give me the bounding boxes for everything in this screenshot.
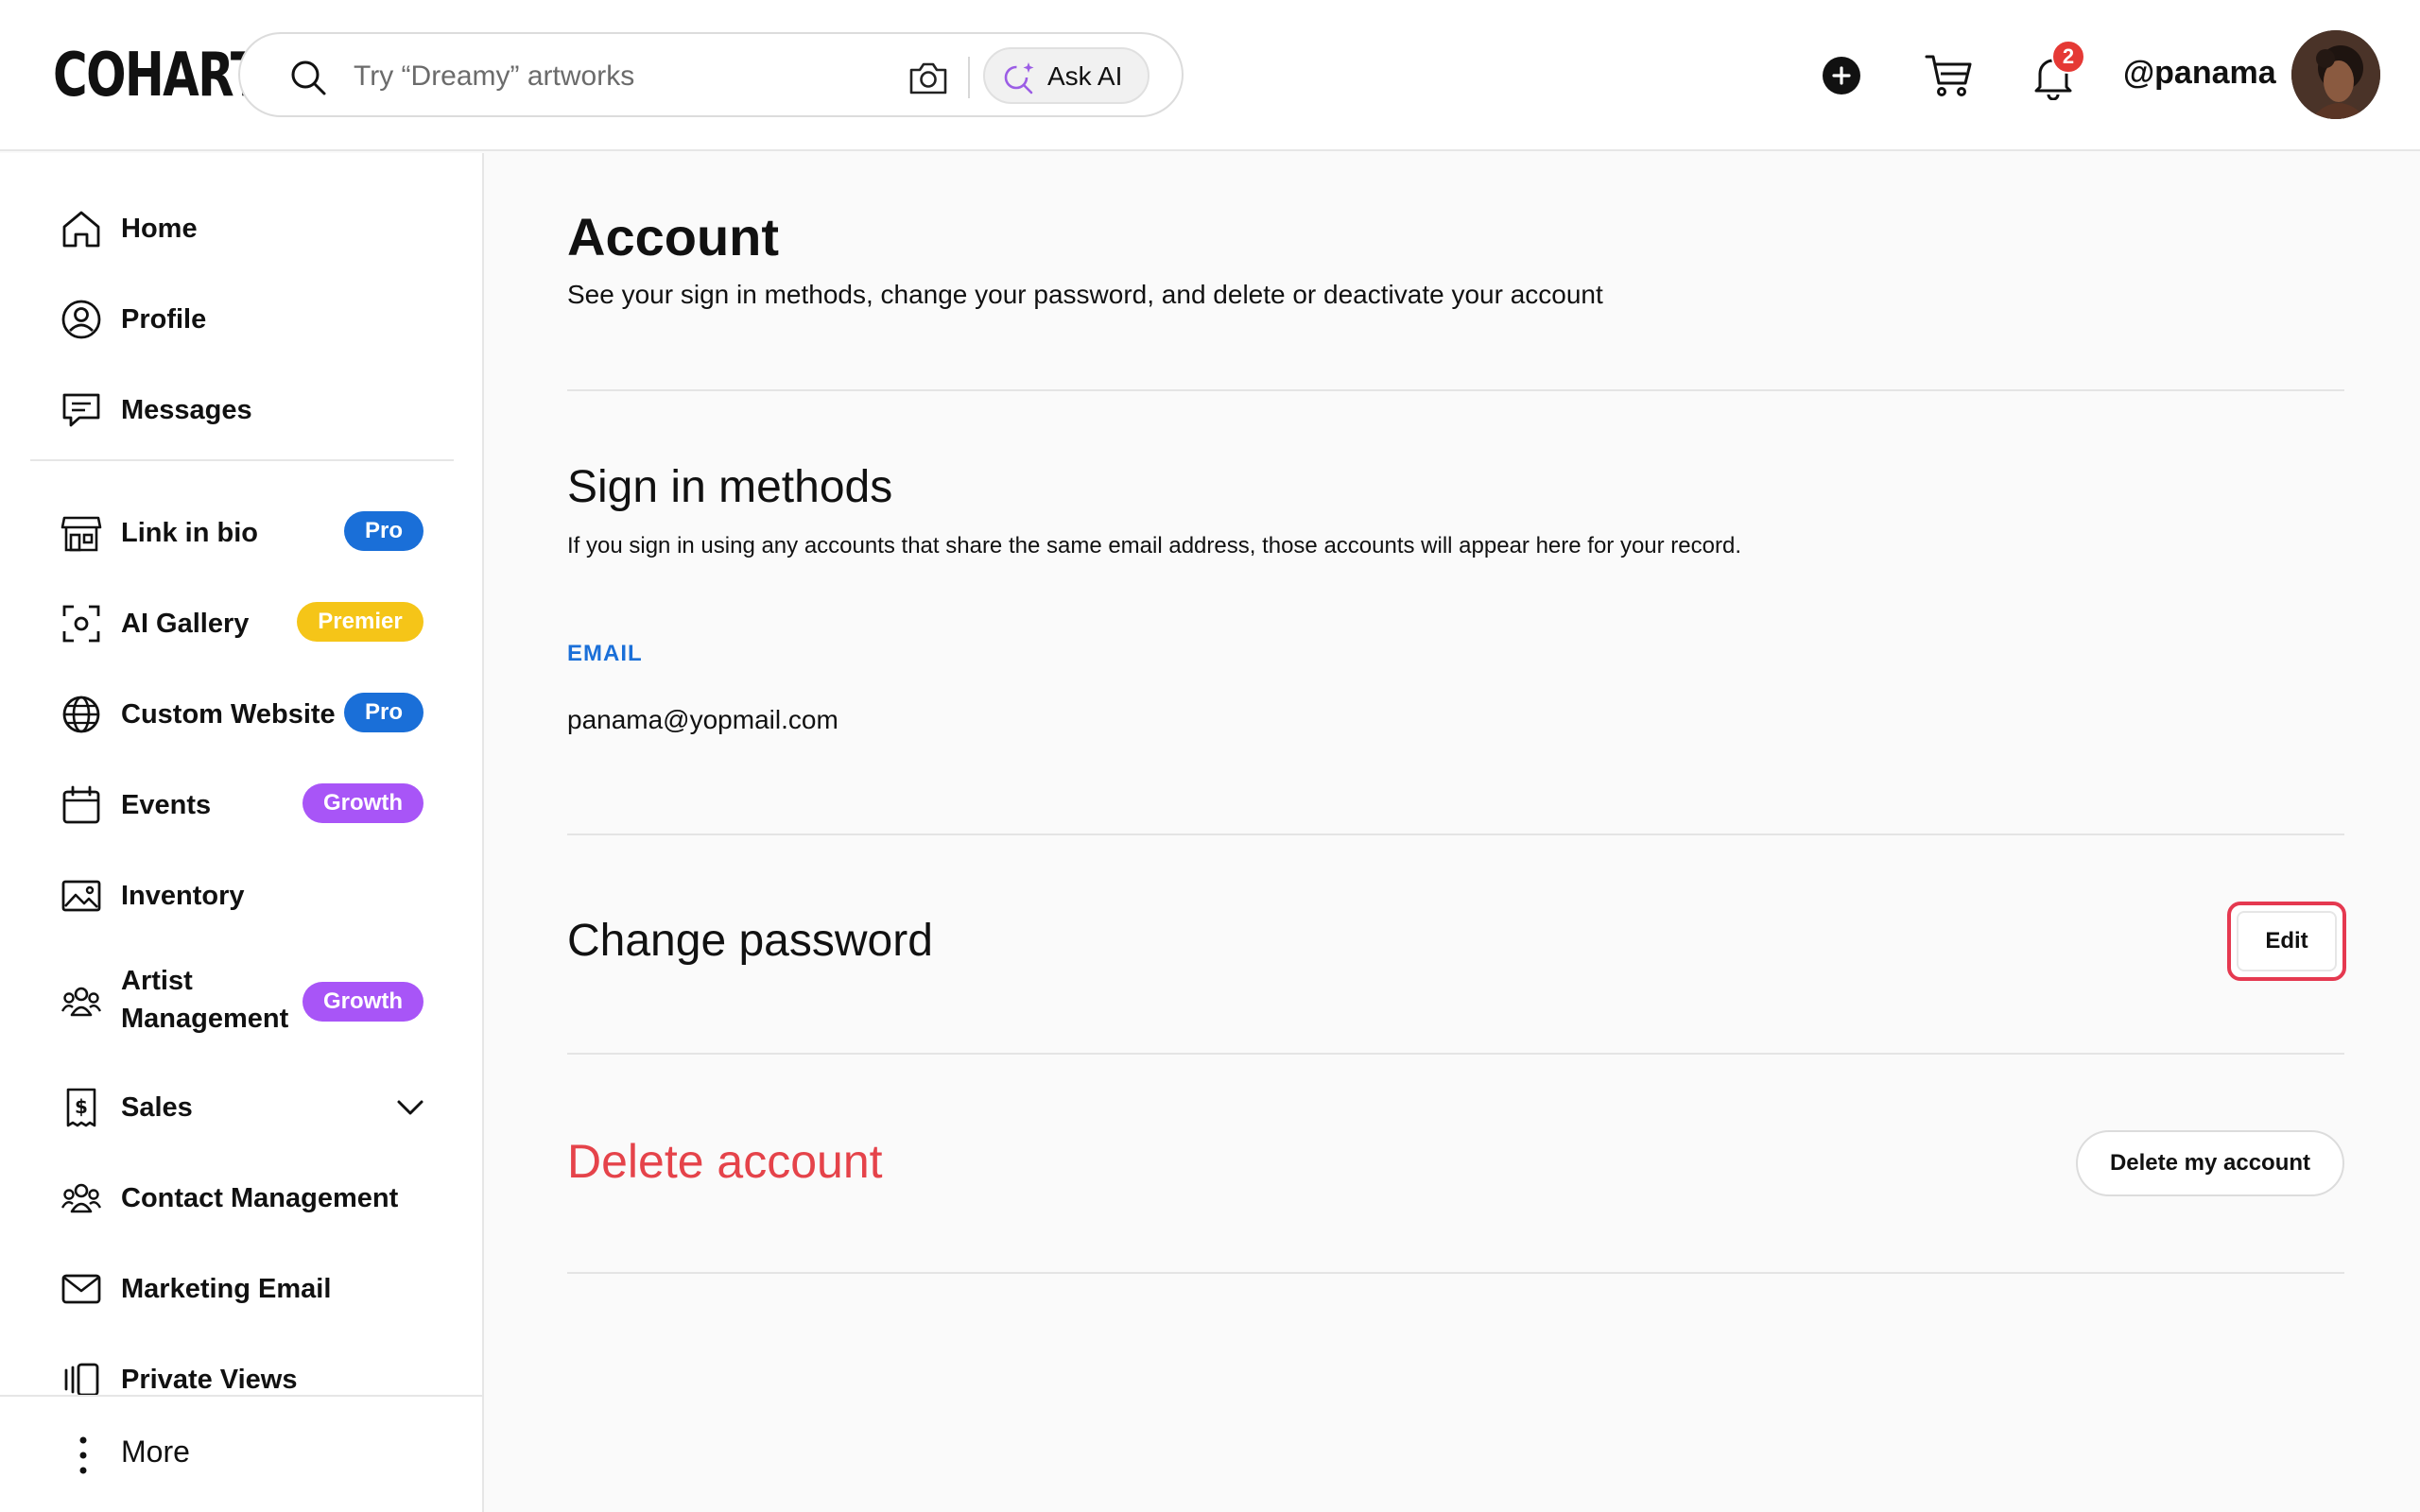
search-icon <box>291 60 326 95</box>
notification-count-badge: 2 <box>2051 40 2085 74</box>
dollar-receipt-icon: $ <box>66 1088 96 1127</box>
sidebar-item-sales[interactable]: $ Sales <box>30 1068 437 1143</box>
section-divider <box>567 1272 2344 1274</box>
sidebar-item-ai-gallery[interactable]: AI Gallery Premier <box>30 584 437 660</box>
pro-badge: Pro <box>344 693 424 732</box>
sidebar-item-contact-management[interactable]: Contact Management <box>30 1159 437 1234</box>
pro-badge: Pro <box>344 511 424 551</box>
sidebar-item-artist-management[interactable]: Artist Management Growth <box>30 947 437 1057</box>
ai-sparkle-icon <box>1004 62 1034 94</box>
search-divider <box>968 57 970 98</box>
sidebar-item-label: Sales <box>121 1092 193 1123</box>
cart-icon[interactable] <box>1925 53 1972 98</box>
email-value: panama@yopmail.com <box>567 705 838 734</box>
sidebar-item-label: Contact Management <box>121 1183 399 1213</box>
sidebar-item-events[interactable]: Events Growth <box>30 765 437 841</box>
group-icon <box>60 987 102 1017</box>
section-divider <box>567 1053 2344 1055</box>
change-password-title: Change password <box>567 916 933 966</box>
sidebar-item-label: Custom Website <box>121 699 336 730</box>
sign-in-methods-description: If you sign in using any accounts that s… <box>567 533 1741 558</box>
growth-badge: Growth <box>302 783 424 823</box>
delete-account-title: Delete account <box>567 1135 883 1188</box>
email-label: EMAIL <box>567 641 643 666</box>
growth-badge: Growth <box>302 982 424 1022</box>
plus-icon <box>1832 66 1851 85</box>
sidebar-item-link-in-bio[interactable]: Link in bio Pro <box>30 493 437 569</box>
contacts-icon <box>60 1183 102 1213</box>
sidebar-item-label: Events <box>121 790 212 820</box>
sign-in-methods-title: Sign in methods <box>567 462 893 512</box>
messages-icon <box>62 393 100 427</box>
ask-ai-label: Ask AI <box>1047 61 1123 91</box>
sidebar-item-profile[interactable]: Profile <box>30 280 437 355</box>
sidebar-item-home[interactable]: Home <box>30 189 437 265</box>
home-icon <box>62 211 100 248</box>
edit-password-label: Edit <box>2237 911 2337 971</box>
sidebar-item-label: Profile <box>121 304 207 335</box>
username-label[interactable]: @panama <box>2123 55 2276 92</box>
sidebar-item-label: Marketing Email <box>121 1274 332 1304</box>
more-label: More <box>121 1435 190 1469</box>
image-icon <box>61 880 101 912</box>
camera-icon[interactable] <box>908 59 949 96</box>
sidebar-divider <box>30 459 454 461</box>
page-title: Account <box>567 207 779 266</box>
create-plus-button[interactable] <box>1823 57 1860 94</box>
sidebar-item-label: Private Views <box>121 1365 298 1395</box>
section-divider <box>567 833 2344 835</box>
mail-icon <box>61 1274 101 1304</box>
profile-icon <box>61 300 101 339</box>
edit-password-button[interactable]: Edit <box>2227 902 2346 981</box>
sidebar-item-messages[interactable]: Messages <box>30 370 437 446</box>
premier-badge: Premier <box>297 602 424 642</box>
ask-ai-button[interactable]: Ask AI <box>983 47 1150 104</box>
scan-icon <box>62 605 100 643</box>
calendar-icon <box>62 785 100 824</box>
sidebar: Home Profile Messages Link in bio Pro AI… <box>0 153 484 1512</box>
avatar[interactable] <box>2291 30 2380 119</box>
sidebar-more-button[interactable]: More <box>0 1395 482 1512</box>
sidebar-item-marketing-email[interactable]: Marketing Email <box>30 1249 437 1325</box>
sidebar-item-label: AI Gallery <box>121 609 250 639</box>
section-divider <box>567 389 2344 391</box>
sidebar-item-label: Home <box>121 214 198 244</box>
sidebar-item-custom-website[interactable]: Custom Website Pro <box>30 675 437 750</box>
page-subtitle: See your sign in methods, change your pa… <box>567 280 1603 309</box>
avatar-image <box>2291 30 2380 119</box>
svg-text:$: $ <box>75 1095 88 1118</box>
sidebar-item-label: Link in bio <box>121 518 258 548</box>
storefront-icon <box>60 516 102 552</box>
search-bar[interactable]: Ask AI <box>238 32 1184 117</box>
sidebar-item-label: Messages <box>121 395 252 425</box>
sidebar-item-inventory[interactable]: Inventory <box>30 856 437 932</box>
more-vertical-icon <box>79 1436 87 1474</box>
chevron-down-icon[interactable] <box>395 1092 425 1123</box>
delete-my-account-button[interactable]: Delete my account <box>2076 1130 2344 1196</box>
globe-icon <box>62 696 100 733</box>
cohart-logo[interactable]: COHART <box>53 42 263 110</box>
sidebar-item-label: Artist Management <box>121 966 289 1034</box>
top-header: COHART Ask AI <box>0 0 2420 151</box>
sidebar-item-label: Inventory <box>121 881 245 911</box>
